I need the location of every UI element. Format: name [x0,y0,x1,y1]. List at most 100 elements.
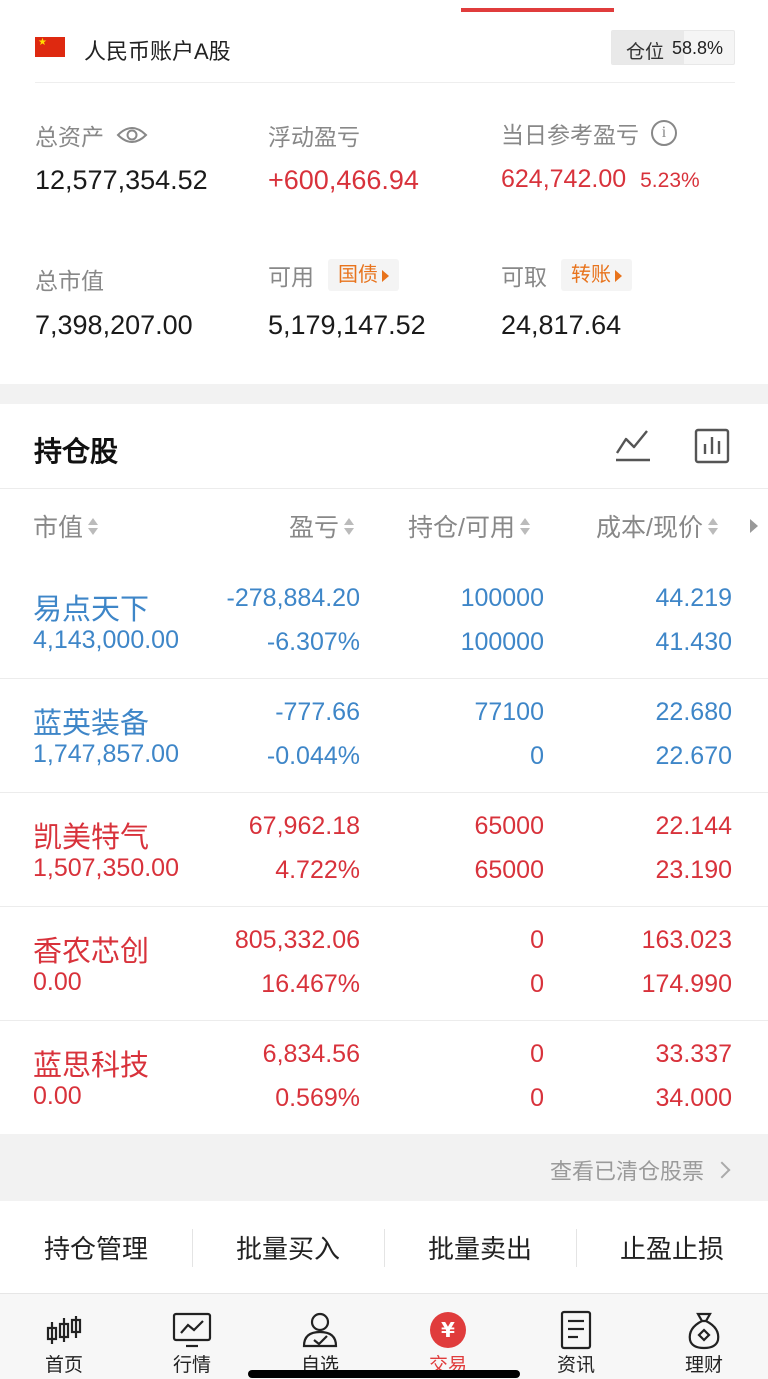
column-header-market-value[interactable]: 市值 [33,508,99,544]
triangle-right-icon [615,269,622,282]
daily-pl-percent: 5.23% [640,169,700,192]
tab-trade[interactable]: ¥ 交易 [384,1294,512,1379]
tab-home[interactable]: 首页 [0,1294,128,1379]
section-gap [0,384,768,404]
daily-pl-value: 624,742.00 5.23% [501,165,700,194]
available-label: 可用 国债 [268,258,399,292]
stock-available: 100000 [460,628,544,656]
batch-buy-button[interactable]: 批量买入 [192,1229,384,1266]
withdrawable-label: 可取 转账 [501,258,632,292]
tab-label: 理财 [684,1355,723,1376]
sort-icon [519,514,531,538]
daily-pl-amount: 624,742.00 [501,165,627,193]
stock-pl: -278,884.20 [226,584,360,612]
available-label-text: 可用 [268,264,314,290]
market-chart-icon [172,1310,212,1350]
stock-pl: 67,962.18 [248,812,360,840]
table-row[interactable]: 香农芯创 0.00 805,332.06 16.467% 0 0 163.023… [0,906,768,1020]
table-row[interactable]: 蓝思科技 0.00 6,834.56 0.569% 0 0 33.337 34.… [0,1020,768,1134]
sort-icon [707,514,719,538]
column-header-position[interactable]: 持仓/可用 [408,508,531,544]
eye-icon[interactable] [116,124,148,146]
table-row[interactable]: 易点天下 4,143,000.00 -278,884.20 -6.307% 10… [0,564,768,678]
stock-cost: 22.680 [655,698,732,726]
triangle-right-icon [382,269,389,282]
account-bar[interactable]: ★ 人民币账户A股 仓位 58.8% [0,18,768,82]
stock-available: 0 [530,1084,544,1112]
stock-cost: 22.144 [655,812,732,840]
transfer-label: 转账 [571,264,611,286]
stock-position: 100000 [460,584,544,612]
daily-pl-label-text: 当日参考盈亏 [501,122,639,148]
bottom-tab-bar: 首页 行情 自选 ¥ 交易 资讯 理财 [0,1293,768,1379]
china-flag-icon: ★ [35,37,65,57]
stock-pl: 6,834.56 [262,1040,360,1068]
yuan-trade-icon: ¥ [428,1310,468,1350]
total-assets-label-text: 总资产 [35,124,104,150]
stock-price: 22.670 [655,742,732,770]
scroll-right-icon[interactable] [750,519,758,533]
stock-market-value: 4,143,000.00 [33,626,179,654]
stock-available: 0 [530,742,544,770]
column-header-pl[interactable]: 盈亏 [289,508,355,544]
tab-market[interactable]: 行情 [128,1294,256,1379]
stock-pl-percent: -0.044% [266,742,360,770]
tab-label: 首页 [44,1355,83,1376]
bar-chart-icon[interactable] [694,428,730,464]
floating-pl-label: 浮动盈亏 [268,124,360,150]
stock-pl-percent: 4.722% [275,856,360,884]
account-name[interactable]: 人民币账户A股 [84,34,231,66]
stock-pl: 805,332.06 [234,926,360,954]
divider [0,488,768,489]
stock-available: 0 [530,970,544,998]
tab-news[interactable]: 资讯 [512,1294,640,1379]
tab-label: 行情 [172,1355,211,1376]
column-header-label: 成本/现价 [596,514,703,542]
info-icon[interactable]: i [651,120,677,146]
user-favorite-icon [300,1310,340,1350]
stock-pl-percent: 0.569% [275,1084,360,1112]
transfer-button[interactable]: 转账 [561,259,632,291]
table-row[interactable]: 凯美特气 1,507,350.00 67,962.18 4.722% 65000… [0,792,768,906]
total-assets-label: 总资产 [35,118,148,152]
stock-position: 77100 [474,698,544,726]
stock-market-value: 0.00 [33,968,82,996]
stock-cost: 163.023 [641,926,732,954]
tab-watchlist[interactable]: 自选 [256,1294,384,1379]
column-header-label: 持仓/可用 [408,514,515,542]
news-document-icon [556,1310,596,1350]
manage-positions-button[interactable]: 持仓管理 [0,1229,192,1266]
market-value-value: 7,398,207.00 [35,310,193,340]
stock-pl: -777.66 [275,698,360,726]
chevron-right-icon [713,1161,731,1179]
trend-line-icon[interactable] [614,427,652,463]
tab-wealth[interactable]: 理财 [640,1294,768,1379]
treasury-bond-button[interactable]: 国债 [328,259,399,291]
stock-price: 41.430 [655,628,732,656]
position-label: 仓位 [626,42,665,63]
candlestick-icon [44,1310,84,1350]
tab-label: 资讯 [556,1355,595,1376]
stop-profit-loss-button[interactable]: 止盈止损 [576,1229,768,1266]
sort-icon [343,514,355,538]
stock-name: 凯美特气 [33,822,150,854]
view-cleared-stocks-link[interactable]: 查看已清仓股票 [550,1154,731,1186]
daily-pl-label: 当日参考盈亏 i [501,116,677,150]
divider [35,82,735,83]
stock-name: 易点天下 [33,594,150,626]
stock-cost: 33.337 [655,1040,732,1068]
home-indicator [248,1370,520,1378]
holdings-title: 持仓股 [34,436,119,467]
table-row[interactable]: 蓝英装备 1,747,857.00 -777.66 -0.044% 77100 … [0,678,768,792]
stock-cost: 44.219 [655,584,732,612]
stock-name: 香农芯创 [33,936,150,968]
column-header-cost-price[interactable]: 成本/现价 [596,508,719,544]
stock-market-value: 1,747,857.00 [33,740,179,768]
withdrawable-label-text: 可取 [501,264,547,290]
stock-position: 0 [530,926,544,954]
stock-position: 65000 [474,812,544,840]
stock-price: 34.000 [655,1084,732,1112]
action-bar: 持仓管理 批量买入 批量卖出 止盈止损 [0,1201,768,1293]
batch-sell-button[interactable]: 批量卖出 [384,1229,576,1266]
svg-text:¥: ¥ [441,1318,455,1342]
